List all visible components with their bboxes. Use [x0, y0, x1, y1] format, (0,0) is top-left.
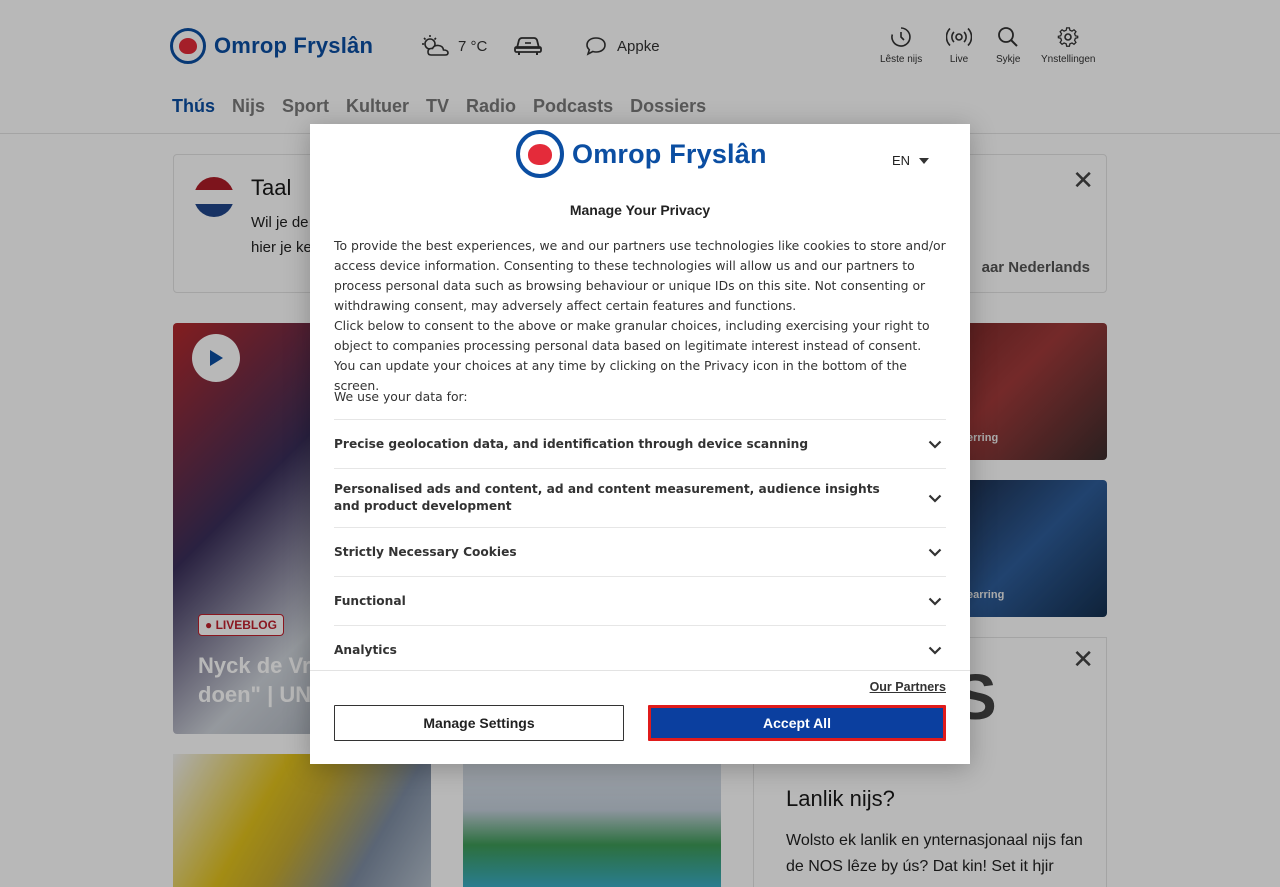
dialog-footer: Our Partners Manage Settings Accept All — [310, 670, 970, 764]
manage-settings-button[interactable]: Manage Settings — [334, 705, 624, 741]
accept-all-button[interactable]: Accept All — [648, 705, 946, 741]
purpose-label: Functional — [334, 593, 406, 608]
privacy-consent-dialog: Omrop Fryslân EN Manage Your Privacy To … — [310, 124, 970, 764]
language-selector[interactable]: EN — [892, 153, 930, 168]
purpose-strictly-necessary[interactable]: Strictly Necessary Cookies — [334, 527, 946, 576]
chevron-down-icon — [928, 597, 942, 606]
dialog-brand-name: Omrop Fryslân — [572, 138, 767, 169]
language-value: EN — [892, 153, 911, 168]
dialog-logo: Omrop Fryslân — [516, 130, 767, 178]
purpose-label: Personalised ads and content, ad and con… — [334, 482, 880, 513]
purpose-geolocation[interactable]: Precise geolocation data, and identifica… — [334, 419, 946, 468]
purpose-list: Precise geolocation data, and identifica… — [334, 419, 946, 674]
purpose-personalised-ads[interactable]: Personalised ads and content, ad and con… — [334, 468, 946, 527]
dialog-description: To provide the best experiences, we and … — [334, 236, 946, 396]
chevron-down-icon — [928, 494, 942, 503]
chevron-down-icon — [928, 646, 942, 655]
purpose-functional[interactable]: Functional — [334, 576, 946, 625]
logo-heart-icon — [516, 130, 564, 178]
dialog-paragraph-2: Click below to consent to the above or m… — [334, 318, 930, 393]
purpose-label: Strictly Necessary Cookies — [334, 544, 517, 559]
dialog-paragraph-1: To provide the best experiences, we and … — [334, 238, 946, 313]
purpose-analytics[interactable]: Analytics — [334, 625, 946, 674]
caret-down-icon — [919, 157, 930, 164]
purpose-label: Analytics — [334, 642, 397, 657]
dialog-title: Manage Your Privacy — [569, 202, 711, 218]
chevron-down-icon — [928, 548, 942, 557]
chevron-down-icon — [928, 440, 942, 449]
data-use-label: We use your data for: — [334, 389, 468, 404]
our-partners-link[interactable]: Our Partners — [870, 680, 946, 694]
purpose-label: Precise geolocation data, and identifica… — [334, 436, 809, 451]
